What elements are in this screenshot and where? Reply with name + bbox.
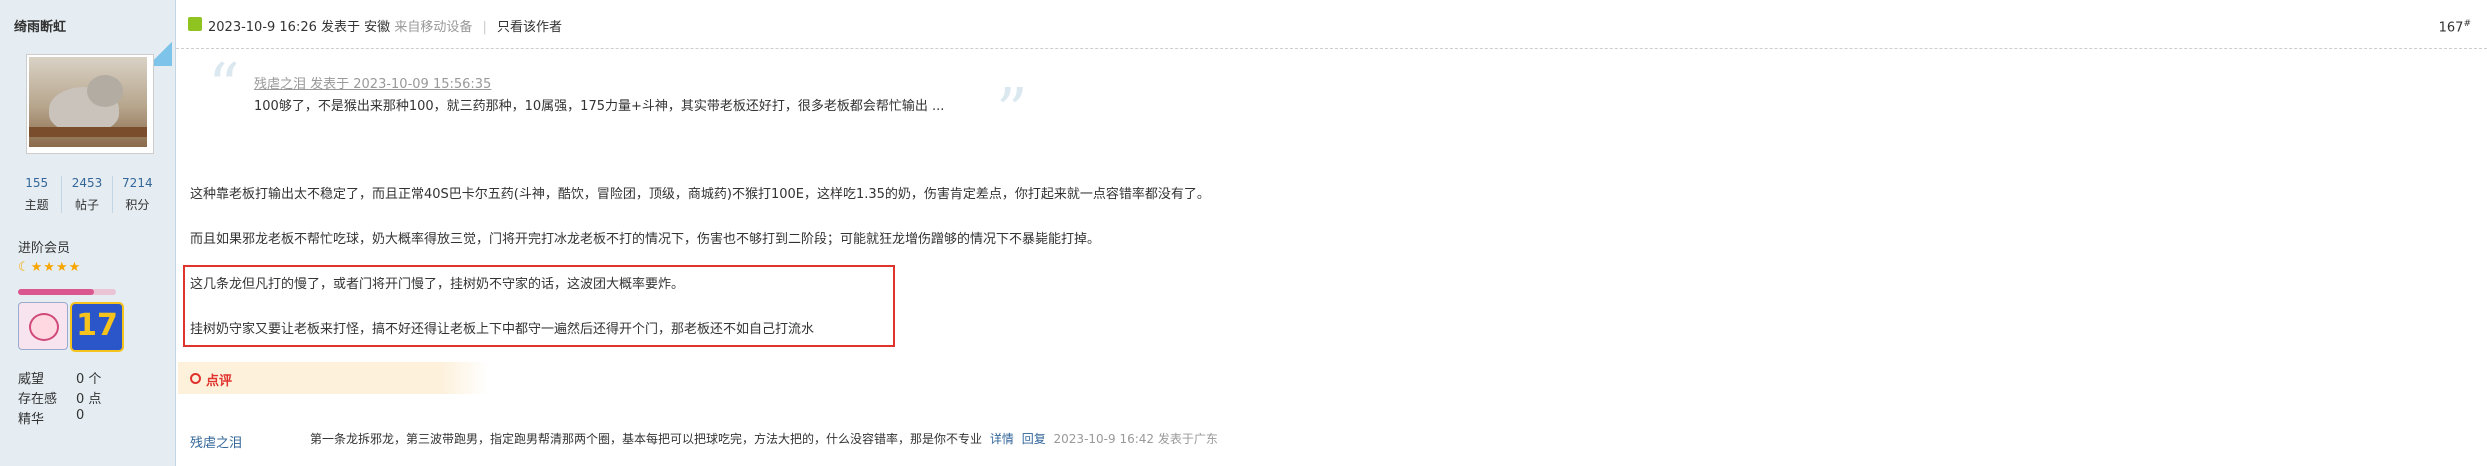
author-username[interactable]: 绮雨断虹 bbox=[14, 16, 66, 35]
user-rank[interactable]: 进阶会员 bbox=[18, 237, 70, 256]
prop-digest: 精华 0 bbox=[18, 408, 85, 427]
comment-detail-link[interactable]: 详情 bbox=[990, 432, 1014, 446]
floor-number[interactable]: 167# bbox=[2439, 19, 2471, 35]
post-paragraph: 挂树奶守家又要让老板来打怪，搞不好还得让老板上下中都守一遍然后还得开个门，那老板… bbox=[190, 322, 815, 337]
author-sidebar: 绮雨断虹 155 主题 2453 帖子 7214 积分 进阶会员 ☾★★★★ 1… bbox=[0, 0, 176, 466]
post-location: 安徽 bbox=[364, 20, 391, 35]
comment-section-header: 点评 bbox=[178, 362, 488, 394]
avatar[interactable] bbox=[26, 54, 154, 154]
author-stats: 155 主题 2453 帖子 7214 积分 bbox=[12, 176, 162, 213]
online-status-icon bbox=[188, 17, 202, 31]
comment-user-link[interactable]: 残虐之泪 bbox=[190, 432, 242, 451]
comment-time: 2023-10-9 16:42 发表于广东 bbox=[1053, 432, 1218, 446]
avatar-image bbox=[29, 57, 147, 147]
comment-row: 第一条龙拆邪龙，第三波带跑男，指定跑男帮清那两个圈，基本每把可以把球吃完，方法大… bbox=[310, 430, 1218, 447]
rank-stars-icon: ☾★★★★ bbox=[18, 260, 82, 275]
stat-posts[interactable]: 2453 帖子 bbox=[62, 176, 113, 213]
stat-credits[interactable]: 7214 积分 bbox=[113, 176, 162, 213]
rank-progress-bar bbox=[18, 289, 116, 295]
prop-prestige: 威望 0 个 bbox=[18, 372, 102, 387]
post-device: 来自移动设备 bbox=[394, 20, 473, 35]
post-paragraph: 这几条龙但凡打的慢了，或者门将开门慢了，挂树奶不守家的话，这波团大概率要炸。 bbox=[190, 277, 685, 292]
post-date: 2023-10-9 16:26 发表于 bbox=[208, 20, 361, 35]
only-author-link[interactable]: 只看该作者 bbox=[497, 20, 562, 35]
post-paragraph: 而且如果邪龙老板不帮忙吃球，奶大概率得放三觉，门将开完打冰龙老板不打的情况下，伤… bbox=[190, 232, 1101, 247]
stat-topics[interactable]: 155 主题 bbox=[12, 176, 63, 213]
quote-author[interactable]: 残虐之泪 发表于 2023-10-09 15:56:35 bbox=[254, 73, 491, 92]
medal-number-badge[interactable]: 17 bbox=[70, 302, 124, 352]
quote-close-icon: ” bbox=[996, 74, 1028, 147]
comment-text: 第一条龙拆邪龙，第三波带跑男，指定跑男帮清那两个圈，基本每把可以把球吃完，方法大… bbox=[310, 432, 983, 446]
quote-open-icon: “ bbox=[208, 49, 240, 122]
rank-progress-fill bbox=[18, 289, 95, 295]
post-paragraph: 这种靠老板打输出太不稳定了，而且正常40S巴卡尔五药(斗神，酷饮，冒险团，顶级，… bbox=[190, 187, 1210, 202]
medal-mascot-icon[interactable] bbox=[18, 302, 68, 350]
post-meta: 2023-10-9 16:26 发表于 安徽 来自移动设备 | 只看该作者 bbox=[208, 16, 562, 35]
prop-presence: 存在感 0 点 bbox=[18, 392, 102, 407]
meta-divider: | bbox=[482, 20, 487, 35]
post-header: 2023-10-9 16:26 发表于 安徽 来自移动设备 | 只看该作者 16… bbox=[176, 0, 2487, 49]
quote-text: 100够了，不是猴出来那种100，就三药那种，10属强，175力量+斗神，其实带… bbox=[254, 99, 945, 114]
medals: 17 bbox=[18, 302, 124, 352]
comment-reply-link[interactable]: 回复 bbox=[1022, 432, 1046, 446]
comment-circle-icon bbox=[190, 373, 201, 384]
comment-label: 点评 bbox=[206, 374, 233, 389]
author-props: 威望 0 个 存在感 0 点 精华 0 bbox=[18, 368, 101, 428]
